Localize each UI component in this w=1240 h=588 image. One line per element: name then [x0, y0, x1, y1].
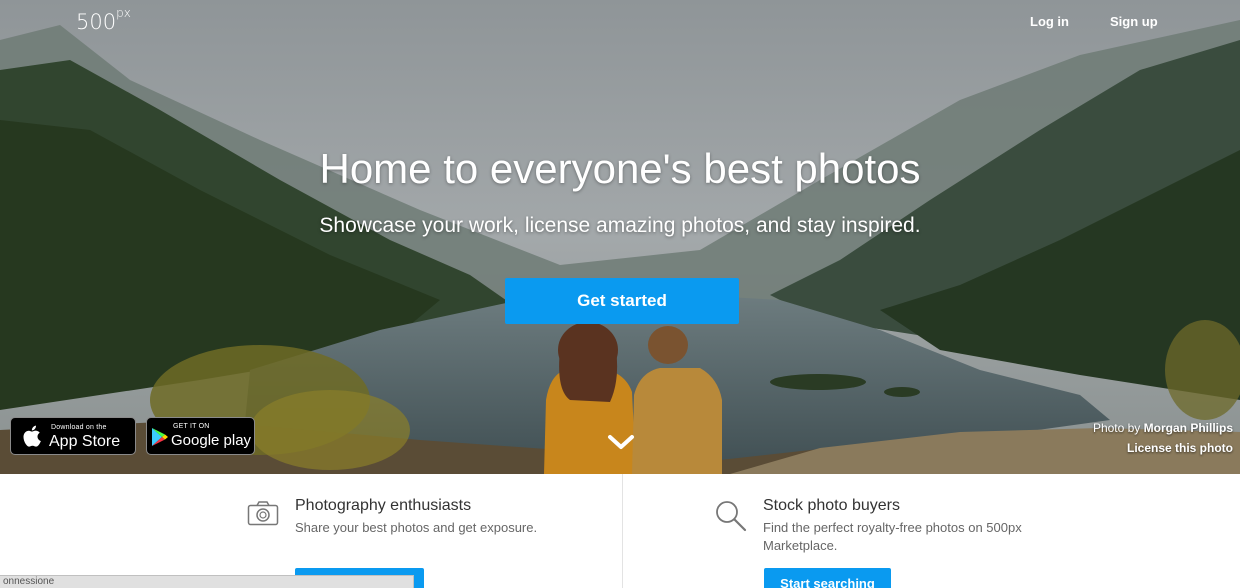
signup-link[interactable]: Sign up [1110, 14, 1158, 29]
site-logo[interactable]: 500px [76, 6, 131, 34]
app-store-badge[interactable]: Download on the App Store [10, 417, 136, 455]
feature-desc-buyers: Find the perfect royalty-free photos on … [763, 520, 1022, 553]
logo-sup: px [116, 6, 131, 20]
photo-credit-author[interactable]: Morgan Phillips [1144, 421, 1233, 435]
hero-section: 500px Log in Sign up Home to everyone's … [0, 0, 1240, 474]
feature-desc-photographers: Share your best photos and get exposure. [295, 520, 538, 535]
app-store-big-text: App Store [49, 433, 121, 450]
photo-credit: Photo by Morgan Phillips [1093, 421, 1233, 435]
browser-status-bar: onnessione [0, 575, 414, 588]
get-started-button[interactable]: Get started [505, 278, 739, 324]
app-store-small-text: Download on the [51, 424, 107, 431]
apple-icon [23, 425, 41, 447]
camera-icon [247, 501, 279, 526]
login-link[interactable]: Log in [1030, 14, 1069, 29]
google-play-big-text: Google play [171, 432, 252, 449]
magnifier-icon [716, 501, 747, 532]
scroll-down-chevron-icon[interactable] [607, 432, 635, 452]
page: 500px Log in Sign up Home to everyone's … [0, 0, 1240, 588]
google-play-badge[interactable]: GET IT ON Google play [146, 417, 255, 455]
license-photo-link[interactable]: License this photo [1127, 441, 1233, 455]
feature-title-photographers: Photography enthusiasts [295, 497, 472, 514]
features-section: Photography enthusiasts Share your best … [0, 474, 1240, 588]
features-divider [622, 474, 623, 588]
google-play-icon [152, 428, 168, 446]
hero-title: Home to everyone's best photos [319, 145, 921, 192]
hero-subtitle: Showcase your work, license amazing phot… [319, 214, 921, 237]
photo-credit-prefix: Photo by [1092, 421, 1141, 435]
google-play-small-text: GET IT ON [173, 423, 210, 430]
start-searching-button[interactable]: Start searching [764, 568, 891, 588]
logo-text: 500 [76, 10, 117, 34]
feature-title-buyers: Stock photo buyers [763, 497, 900, 514]
